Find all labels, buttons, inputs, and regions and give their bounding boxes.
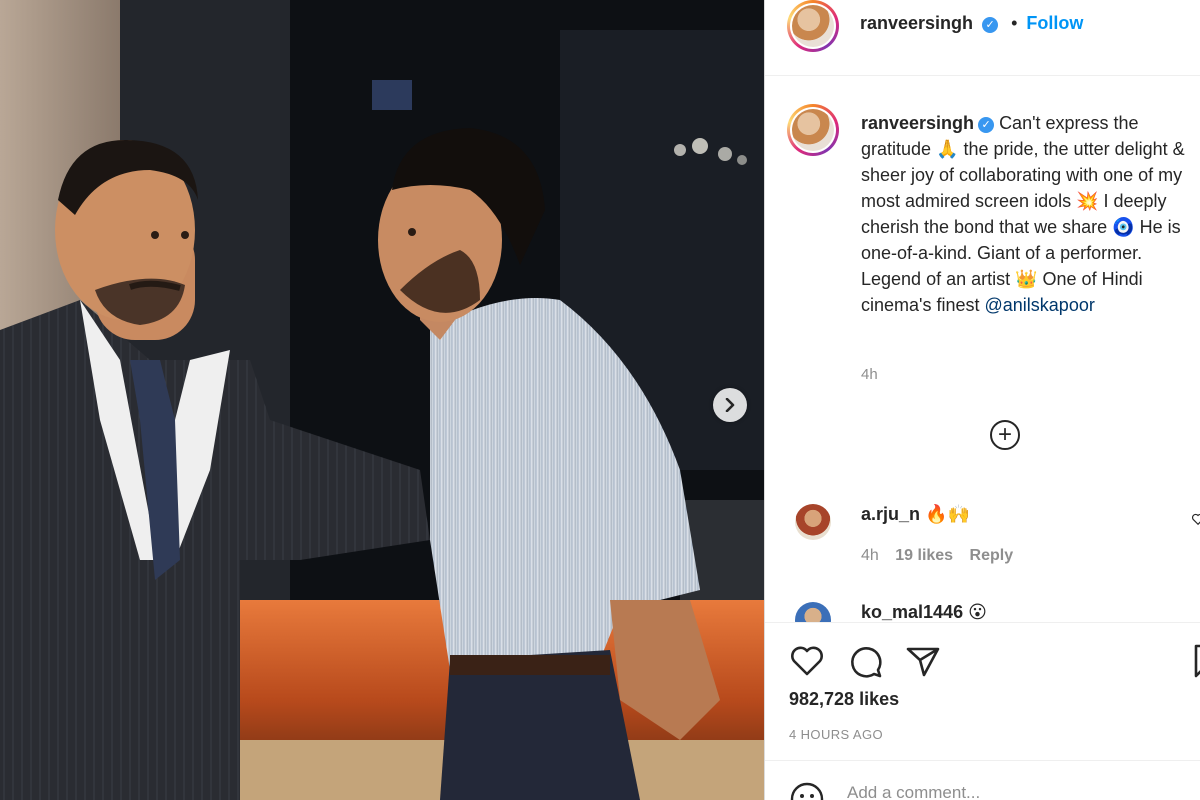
next-photo-button[interactable] <box>713 388 747 422</box>
post-actions: 982,728 likes 4 HOURS AGO Add a comment.… <box>765 622 1200 800</box>
post-photo-image <box>0 0 764 800</box>
smiley-icon[interactable] <box>789 781 825 800</box>
paper-plane-icon[interactable] <box>905 643 941 679</box>
post-header: ranveersingh ✓ • Follow <box>765 0 1200 76</box>
follow-button[interactable]: Follow <box>1026 13 1083 33</box>
caption-time[interactable]: 4h <box>861 366 878 383</box>
bookmark-icon[interactable] <box>1193 643 1200 679</box>
collision-emoji: 💥 <box>1076 191 1099 211</box>
post-side-panel: ranveersingh ✓ • Follow ranveersingh ✓ Ca… <box>764 0 1200 800</box>
caption-username[interactable]: ranveersingh <box>861 113 974 133</box>
profile-avatar[interactable] <box>787 0 839 52</box>
crown-emoji: 👑 <box>1015 269 1038 289</box>
chevron-right-icon <box>725 398 735 412</box>
post-timestamp[interactable]: 4 HOURS AGO <box>789 727 883 742</box>
comment-username[interactable]: ko_mal1446 <box>861 602 963 622</box>
reply-button[interactable]: Reply <box>970 547 1014 564</box>
verified-badge-icon: ✓ <box>982 17 999 33</box>
comment-text: 🔥🙌 <box>925 504 970 524</box>
comment-text: 😮 <box>968 602 987 622</box>
pray-emoji: 🙏 <box>936 139 959 159</box>
header-username[interactable]: ranveersingh <box>860 13 973 33</box>
comment-item: ko_mal1446 😮 <box>765 598 1200 622</box>
like-count[interactable]: 982,728 likes <box>789 689 899 710</box>
verified-badge-icon: ✓ <box>978 117 995 133</box>
comment-avatar[interactable] <box>795 602 831 622</box>
load-more-comments-button[interactable]: + <box>990 420 1020 450</box>
post-photo[interactable] <box>0 0 764 800</box>
add-comment-input[interactable]: Add a comment... <box>847 783 980 800</box>
comment-icon[interactable] <box>847 643 883 679</box>
comment-item: a.rju_n 🔥🙌 4h 19 likes Reply <box>765 500 1200 580</box>
header-separator: • <box>1011 13 1018 33</box>
comment-heart-icon[interactable] <box>1191 512 1200 526</box>
heart-icon[interactable] <box>789 643 825 679</box>
comment-likes[interactable]: 19 likes <box>895 547 953 564</box>
add-comment-bar: Add a comment... <box>765 760 1200 800</box>
mention-link[interactable]: @anilskapoor <box>985 295 1095 315</box>
comment-time[interactable]: 4h <box>861 547 879 564</box>
comment-avatar[interactable] <box>795 504 831 540</box>
nazar-emoji: 🧿 <box>1112 217 1135 237</box>
caption-avatar[interactable] <box>787 104 839 156</box>
caption-text: ranveersingh ✓ Can't express the gratitud… <box>861 113 1185 315</box>
comment-username[interactable]: a.rju_n <box>861 504 920 524</box>
